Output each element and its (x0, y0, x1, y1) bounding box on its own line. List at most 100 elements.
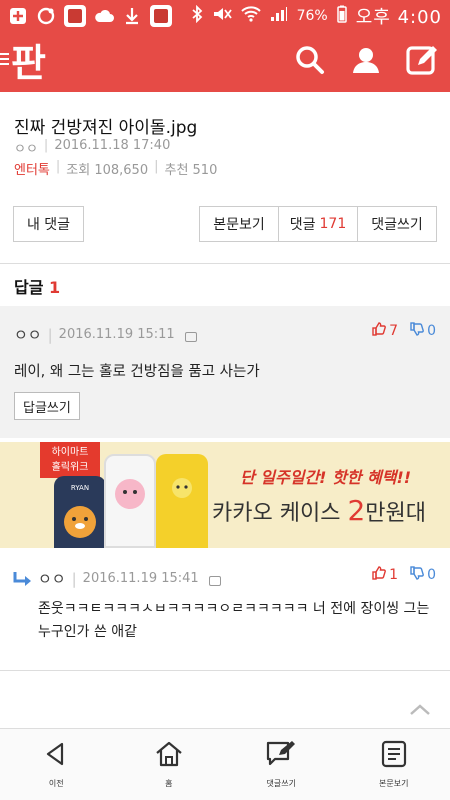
write-reply-label: 답글쓰기 (23, 400, 71, 416)
comment-votes: 1 0 (372, 566, 436, 584)
post-category[interactable]: 엔터톡 (14, 159, 50, 178)
upvote-count: 7 (389, 323, 399, 339)
nav-write-comment[interactable]: 댓글쓰기 (225, 729, 338, 800)
view-body-label: 본문보기 (213, 217, 265, 233)
recommend-count: 추천 510 (164, 163, 218, 178)
downvote-count: 0 (427, 567, 436, 583)
app-notification-icon (64, 5, 86, 27)
battery-icon (336, 5, 347, 27)
write-reply-button[interactable]: 답글쓰기 (14, 392, 80, 420)
back-icon (42, 740, 70, 772)
status-bar: 76% 오후 4:00 (0, 0, 450, 32)
app-header: 판 (0, 32, 450, 92)
bottom-nav: 이전 홈 댓글쓰기 본문보기 (0, 728, 450, 800)
nav-home-label: 홈 (165, 779, 173, 788)
search-icon (295, 45, 325, 79)
comment-header: ㅇㅇ | 2016.11.19 15:41 (38, 568, 221, 589)
write-post-button[interactable] (404, 44, 440, 80)
ad-tag-line2: 홀릭위크 (51, 462, 89, 473)
ad-tag: 하이마트 홀릭위크 (40, 442, 100, 478)
phone-case-image: RYAN (54, 476, 106, 548)
lock-icon (184, 331, 197, 342)
app-notification-icon (150, 5, 172, 27)
replies-count: 1 (49, 278, 61, 297)
comment-item: ㅇㅇ | 2016.11.19 15:11 7 0 레이, 왜 그는 홀로 건방… (0, 306, 450, 438)
ad-headline: 단 일주일간! 핫한 혜택!! (240, 468, 412, 487)
post-meta: ㅇㅇ | 2016.11.18 17:40 (14, 138, 171, 157)
comment-text: 레이, 왜 그는 홀로 건방짐을 품고 사는가 (14, 364, 260, 380)
my-comments-button[interactable]: 내 댓글 (13, 206, 84, 242)
upvote-count: 1 (389, 567, 399, 583)
divider (0, 263, 450, 264)
battery-percent: 76% (296, 8, 328, 24)
bluetooth-icon (191, 4, 203, 27)
divider (0, 670, 450, 671)
signal-icon (270, 6, 288, 26)
logo-text: 판 (11, 41, 46, 85)
scroll-top-button[interactable] (403, 702, 437, 726)
post-title: 진짜 건방져진 아이돌.jpg (14, 118, 198, 138)
ad-tag-line1: 하이마트 (51, 447, 89, 458)
ad-subheadline: 카카오 케이스 2만원대 (212, 494, 426, 527)
ad-line2-suffix: 만원대 (365, 501, 426, 526)
circle-dot-icon (36, 6, 56, 26)
phone-case-image (156, 454, 208, 548)
nav-back[interactable]: 이전 (0, 729, 113, 800)
wifi-icon (240, 6, 261, 26)
write-comment-button[interactable]: 댓글쓰기 (357, 206, 437, 242)
post-date: 2016.11.18 17:40 (54, 138, 171, 153)
upvote-button[interactable]: 1 (372, 566, 398, 584)
comment-author[interactable]: ㅇㅇ (14, 324, 42, 345)
mute-icon (212, 6, 232, 26)
cloud-icon (94, 6, 114, 26)
home-icon (154, 740, 184, 772)
download-icon (122, 6, 142, 26)
user-icon (351, 45, 381, 79)
thumbs-down-icon (410, 566, 424, 584)
nav-write-label: 댓글쓰기 (266, 779, 296, 788)
nav-view-label: 본문보기 (379, 779, 409, 788)
screen: 76% 오후 4:00 판 진짜 건방져진 아이돌.jpg ㅇㅇ | 2016.… (0, 0, 450, 800)
profile-button[interactable] (348, 44, 384, 80)
downvote-button[interactable]: 0 (410, 566, 436, 584)
post-stats: 엔터톡 | 조회 108,650 | 추천 510 (14, 159, 218, 178)
comment-item: ㅇㅇ | 2016.11.19 15:41 1 0 존웃ㅋㅋㅌㅋㅋㅋㅅㅂㅋㅋㅋㅋ… (0, 550, 450, 670)
view-body-button[interactable]: 본문보기 (199, 206, 279, 242)
phone-case-label: RYAN (70, 484, 90, 492)
view-count: 조회 108,650 (66, 163, 149, 178)
nav-view-body[interactable]: 본문보기 (338, 729, 450, 800)
comments-label: 댓글 (289, 217, 316, 233)
comment-author[interactable]: ㅇㅇ (38, 568, 66, 589)
comment-edit-icon (265, 740, 297, 772)
ad-line2-big: 2 (347, 494, 366, 527)
comment-date: 2016.11.19 15:41 (82, 571, 199, 586)
ad-line2-prefix: 카카오 케이스 (212, 501, 348, 526)
nav-home[interactable]: 홈 (113, 729, 226, 800)
comment-header: ㅇㅇ | 2016.11.19 15:11 (14, 324, 197, 345)
lock-icon (208, 575, 221, 586)
comments-count: 171 (319, 216, 347, 232)
pann-logo[interactable]: 판 (0, 38, 60, 88)
thumbs-up-icon (372, 566, 387, 584)
add-box-icon (8, 6, 28, 26)
nav-back-label: 이전 (48, 779, 64, 788)
comment-date: 2016.11.19 15:11 (58, 327, 175, 342)
replies-label: 답글 (14, 278, 44, 297)
chevron-up-icon (408, 702, 432, 721)
phone-case-image (104, 454, 156, 548)
edit-icon (406, 44, 438, 80)
ad-banner[interactable]: 하이마트 홀릭위크 RYAN 단 일주일간! 핫한 혜택!! 카카오 케이스 2… (0, 442, 450, 548)
search-button[interactable] (292, 44, 328, 80)
comment-votes: 7 0 (372, 322, 436, 340)
thumbs-up-icon (372, 322, 387, 340)
upvote-button[interactable]: 7 (372, 322, 398, 340)
document-icon (380, 740, 408, 772)
comments-button[interactable]: 댓글 171 (278, 206, 358, 242)
post-author[interactable]: ㅇㅇ (14, 138, 38, 157)
downvote-button[interactable]: 0 (410, 322, 436, 340)
write-comment-label: 댓글쓰기 (371, 217, 423, 233)
reply-arrow-icon (12, 570, 34, 594)
replies-heading: 답글 1 (14, 274, 60, 298)
downvote-count: 0 (427, 323, 436, 339)
my-comments-label: 내 댓글 (26, 217, 71, 233)
